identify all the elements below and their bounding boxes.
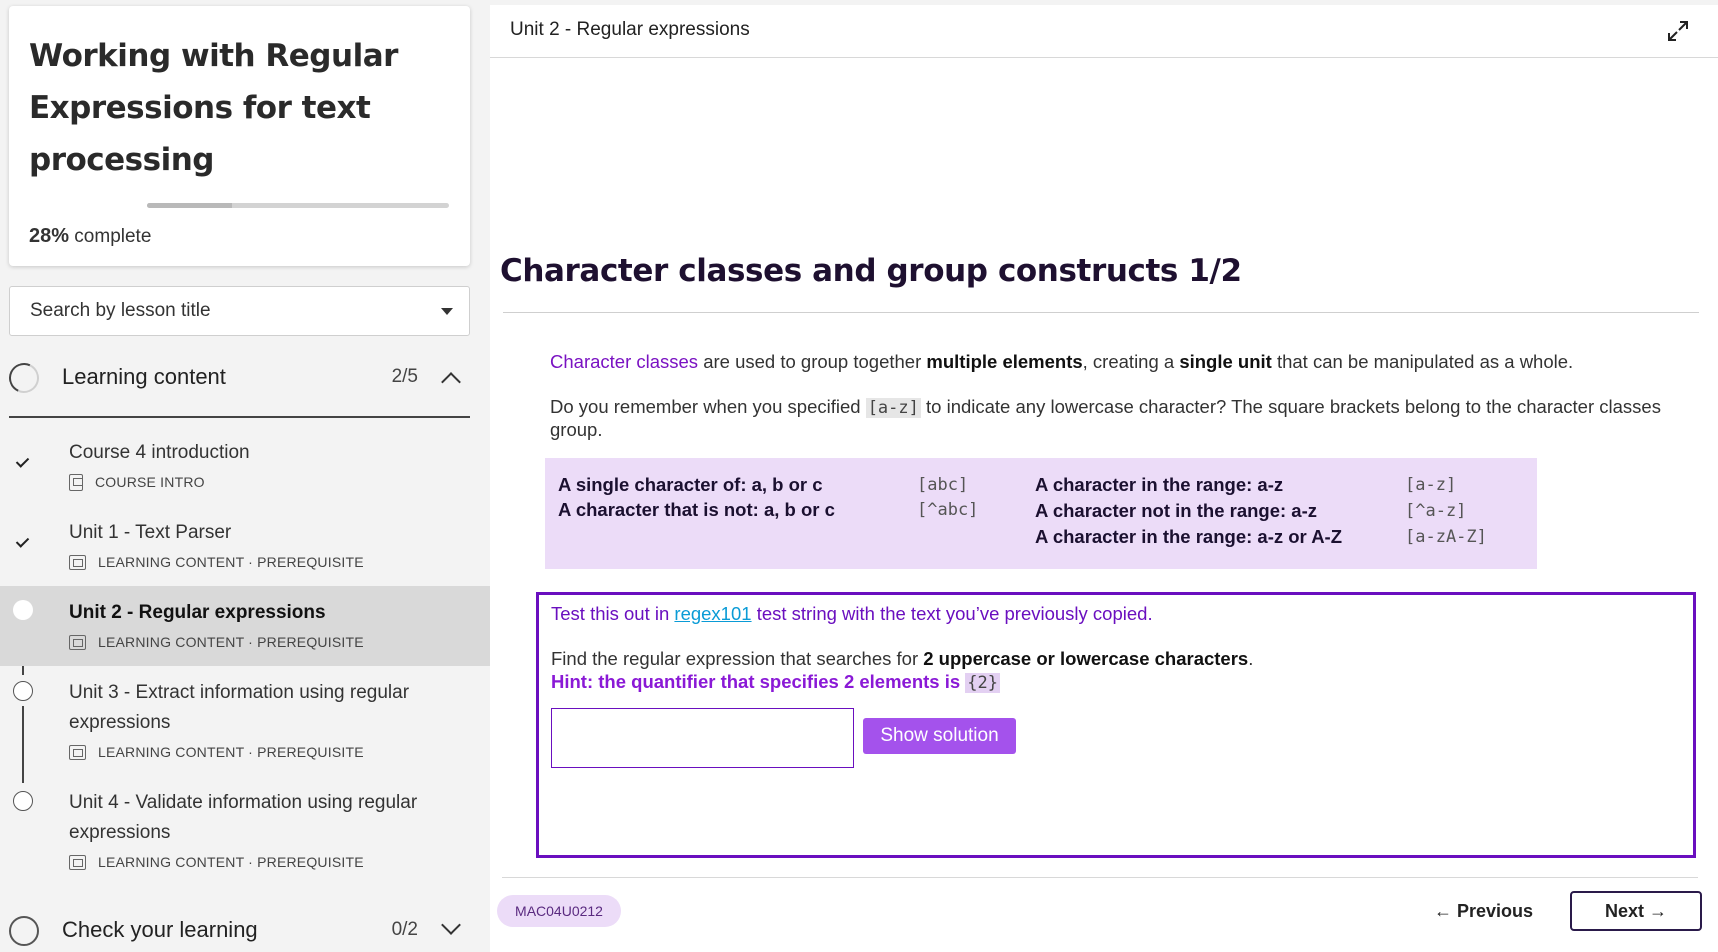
lesson-meta-text: COURSE INTRO (95, 474, 205, 490)
lesson-meta: LEARNING CONTENT · PREREQUISITE (69, 552, 364, 572)
reference-pattern: [a-zA-Z] (1405, 527, 1487, 547)
lesson-meta: COURSE INTRO (69, 472, 205, 492)
text: are used to group together (698, 351, 927, 372)
course-progress-fill (147, 203, 232, 208)
lesson-search-select[interactable]: Search by lesson title (9, 286, 470, 336)
text: , creating a (1082, 351, 1180, 372)
lesson-meta-text: LEARNING CONTENT · PREREQUISITE (98, 854, 364, 870)
current-lesson-marker-icon (13, 600, 33, 620)
section-check-your-learning[interactable]: Check your learning 0/2 (9, 908, 470, 952)
text: Hint: the quantifier that specifies 2 el… (551, 671, 966, 692)
section-count: 2/5 (391, 366, 418, 387)
section-progress-ring-icon (4, 358, 44, 398)
lesson-title: Unit 1 - Text Parser (69, 522, 232, 543)
chevron-down-icon[interactable] (441, 915, 461, 935)
section-label: Learning content (62, 364, 226, 389)
text: Find the regular expression that searche… (551, 648, 924, 669)
lesson-item-unit-2[interactable]: Unit 2 - Regular expressions LEARNING CO… (0, 586, 490, 666)
reference-pattern: [a-z] (1405, 475, 1457, 495)
section-progress-ring-icon (9, 916, 39, 946)
lesson-meta-text: LEARNING CONTENT · PREREQUISITE (98, 634, 364, 650)
expand-icon[interactable] (1666, 19, 1690, 43)
reference-label: A character that is not: a, b or c (558, 499, 835, 520)
hint-code: {2} (965, 673, 1001, 693)
check-icon (13, 452, 33, 472)
reference-pattern: [^abc] (917, 500, 979, 520)
next-button[interactable]: Next → (1570, 891, 1702, 931)
inline-code: [a-z] (865, 398, 921, 418)
lesson-item-unit-1[interactable]: Unit 1 - Text Parser LEARNING CONTENT · … (0, 506, 490, 586)
reference-label: A character in the range: a-z or A-Z (1035, 526, 1343, 547)
show-solution-button[interactable]: Show solution (863, 718, 1016, 754)
text: Test this out in (551, 603, 675, 624)
content-header-title: Unit 2 - Regular expressions (510, 19, 750, 40)
lesson-doc-icon (69, 473, 83, 491)
course-title: Working with Regular Expressions for tex… (29, 38, 398, 178)
course-sidebar: Working with Regular Expressions for tex… (0, 0, 490, 952)
emphasis: single unit (1179, 351, 1272, 372)
emphasis: multiple elements (926, 351, 1083, 372)
course-progress-bar (147, 203, 449, 208)
lesson-item-unit-3[interactable]: Unit 3 - Extract information using regul… (0, 666, 490, 776)
lesson-meta: LEARNING CONTENT · PREREQUISITE (69, 742, 364, 762)
lesson-content-panel: Unit 2 - Regular expressions Character c… (490, 5, 1718, 952)
text: Do you remember when you specified (550, 396, 866, 417)
lesson-status-ring-icon (13, 791, 33, 811)
section-label: Check your learning (62, 917, 258, 942)
reference-pattern: [^a-z] (1405, 501, 1467, 521)
exercise-task: Find the regular expression that searche… (551, 648, 1253, 670)
exercise-instruction: Test this out in regex101 test string wi… (551, 603, 1153, 625)
lesson-item-course-intro[interactable]: Course 4 introduction COURSE INTRO (0, 426, 490, 506)
text: that can be manipulated as a whole. (1271, 351, 1574, 372)
recall-paragraph: Do you remember when you specified [a-z]… (550, 396, 1670, 441)
progress-value: 28% (29, 225, 70, 247)
previous-button[interactable]: ← Previous (1434, 895, 1533, 927)
lesson-screen-icon (69, 854, 86, 870)
lesson-title: Course 4 introduction (69, 442, 250, 463)
progress-text: 28% complete (29, 225, 151, 248)
regex101-link[interactable]: regex101 (674, 603, 751, 624)
lesson-search-placeholder: Search by lesson title (30, 300, 211, 321)
term-character-classes: Character classes (550, 351, 699, 372)
lesson-status-ring-icon (13, 681, 33, 701)
content-header: Unit 2 - Regular expressions (490, 5, 1718, 58)
lesson-title: Unit 4 - Validate information using regu… (69, 792, 418, 843)
reference-label: A character in the range: a-z (1035, 474, 1284, 495)
reference-label: A character not in the range: a-z (1035, 500, 1318, 521)
lesson-title: Unit 2 - Regular expressions (69, 602, 326, 623)
page-title: Character classes and group constructs 1… (500, 253, 1242, 289)
course-card: Working with Regular Expressions for tex… (9, 6, 470, 266)
regex-exercise-box: Test this out in regex101 test string wi… (536, 592, 1696, 858)
lesson-meta: LEARNING CONTENT · PREREQUISITE (69, 632, 364, 652)
lesson-screen-icon (69, 554, 86, 570)
lesson-code-badge: MAC04U0212 (497, 895, 621, 927)
footer-divider (502, 877, 1698, 878)
emphasis: 2 uppercase or lowercase characters (923, 648, 1249, 669)
text: . (1248, 648, 1254, 669)
answer-input[interactable] (551, 708, 854, 768)
caret-down-icon (441, 308, 453, 315)
section-count: 0/2 (391, 919, 418, 940)
lesson-screen-icon (69, 634, 86, 650)
section-divider (9, 416, 470, 418)
exercise-hint: Hint: the quantifier that specifies 2 el… (551, 671, 1001, 694)
lesson-screen-icon (69, 744, 86, 760)
intro-paragraph: Character classes are used to group toge… (550, 351, 1670, 373)
section-learning-content[interactable]: Learning content 2/5 (4, 355, 470, 411)
lesson-title: Unit 3 - Extract information using regul… (69, 682, 410, 733)
heading-divider (503, 312, 1699, 313)
chevron-up-icon[interactable] (441, 372, 461, 392)
progress-suffix: complete (69, 226, 152, 247)
lesson-meta-text: LEARNING CONTENT · PREREQUISITE (98, 554, 364, 570)
text: test string with the text you’ve previou… (751, 603, 1153, 624)
lesson-item-unit-4[interactable]: Unit 4 - Validate information using regu… (0, 776, 490, 886)
lesson-meta: LEARNING CONTENT · PREREQUISITE (69, 852, 364, 872)
reference-label: A single character of: a, b or c (558, 474, 823, 495)
reference-pattern: [abc] (917, 475, 969, 495)
lesson-meta-text: LEARNING CONTENT · PREREQUISITE (98, 744, 364, 760)
check-icon (13, 532, 33, 552)
character-class-reference: A single character of: a, b or c [abc] A… (545, 458, 1537, 569)
